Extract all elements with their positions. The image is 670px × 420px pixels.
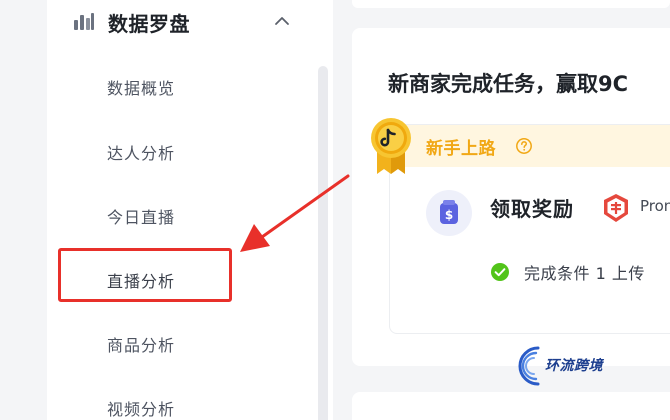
help-icon[interactable] (515, 137, 533, 155)
menu-group-title: 数据罗盘 (108, 12, 190, 36)
task-band-title: 新手上路 (426, 139, 496, 159)
chevron-up-icon[interactable] (273, 12, 291, 30)
medal-icon (371, 118, 411, 174)
sidebar-item-video-analysis[interactable]: 视频分析 (107, 396, 175, 420)
task-band: 新手上路 (390, 125, 670, 167)
top-card-edge (352, 0, 670, 8)
money-icon: $ (440, 200, 458, 224)
next-panel (352, 392, 670, 420)
watermark: 环流跨境 (514, 342, 624, 390)
sidebar-item-product-analysis[interactable]: 商品分析 (107, 332, 175, 356)
watermark-text: 环流跨境 (545, 358, 603, 374)
menu-group-data-compass[interactable]: 数据罗盘 (47, 0, 333, 46)
sidebar-item-today-live[interactable]: 今日直播 (107, 204, 175, 228)
check-circle-icon (491, 263, 509, 281)
promo-badge: Pron (600, 192, 670, 222)
promo-shield-icon (604, 194, 628, 222)
svg-text:$: $ (445, 208, 453, 222)
condition-text: 完成条件 1 上传 (524, 264, 645, 283)
reward-icon-wrap: $ (426, 190, 472, 236)
sidebar-item-influencer-analysis[interactable]: 达人分析 (107, 140, 175, 164)
bar-chart-icon (74, 13, 94, 30)
sidebar-scrollbar-thumb[interactable] (318, 66, 328, 420)
page-title: 新商家完成任务，赢取9C (388, 72, 629, 96)
promo-label: Pron (640, 197, 670, 215)
sidebar: 数据罗盘 数据概览 达人分析 今日直播 直播分析 商品分析 视频分析 (47, 0, 333, 420)
sidebar-item-data-overview[interactable]: 数据概览 (107, 75, 175, 99)
page: 数据罗盘 数据概览 达人分析 今日直播 直播分析 商品分析 视频分析 新商家完成… (0, 0, 670, 420)
sidebar-item-live-analysis[interactable]: 直播分析 (107, 268, 175, 292)
reward-title: 领取奖励 (490, 197, 574, 221)
